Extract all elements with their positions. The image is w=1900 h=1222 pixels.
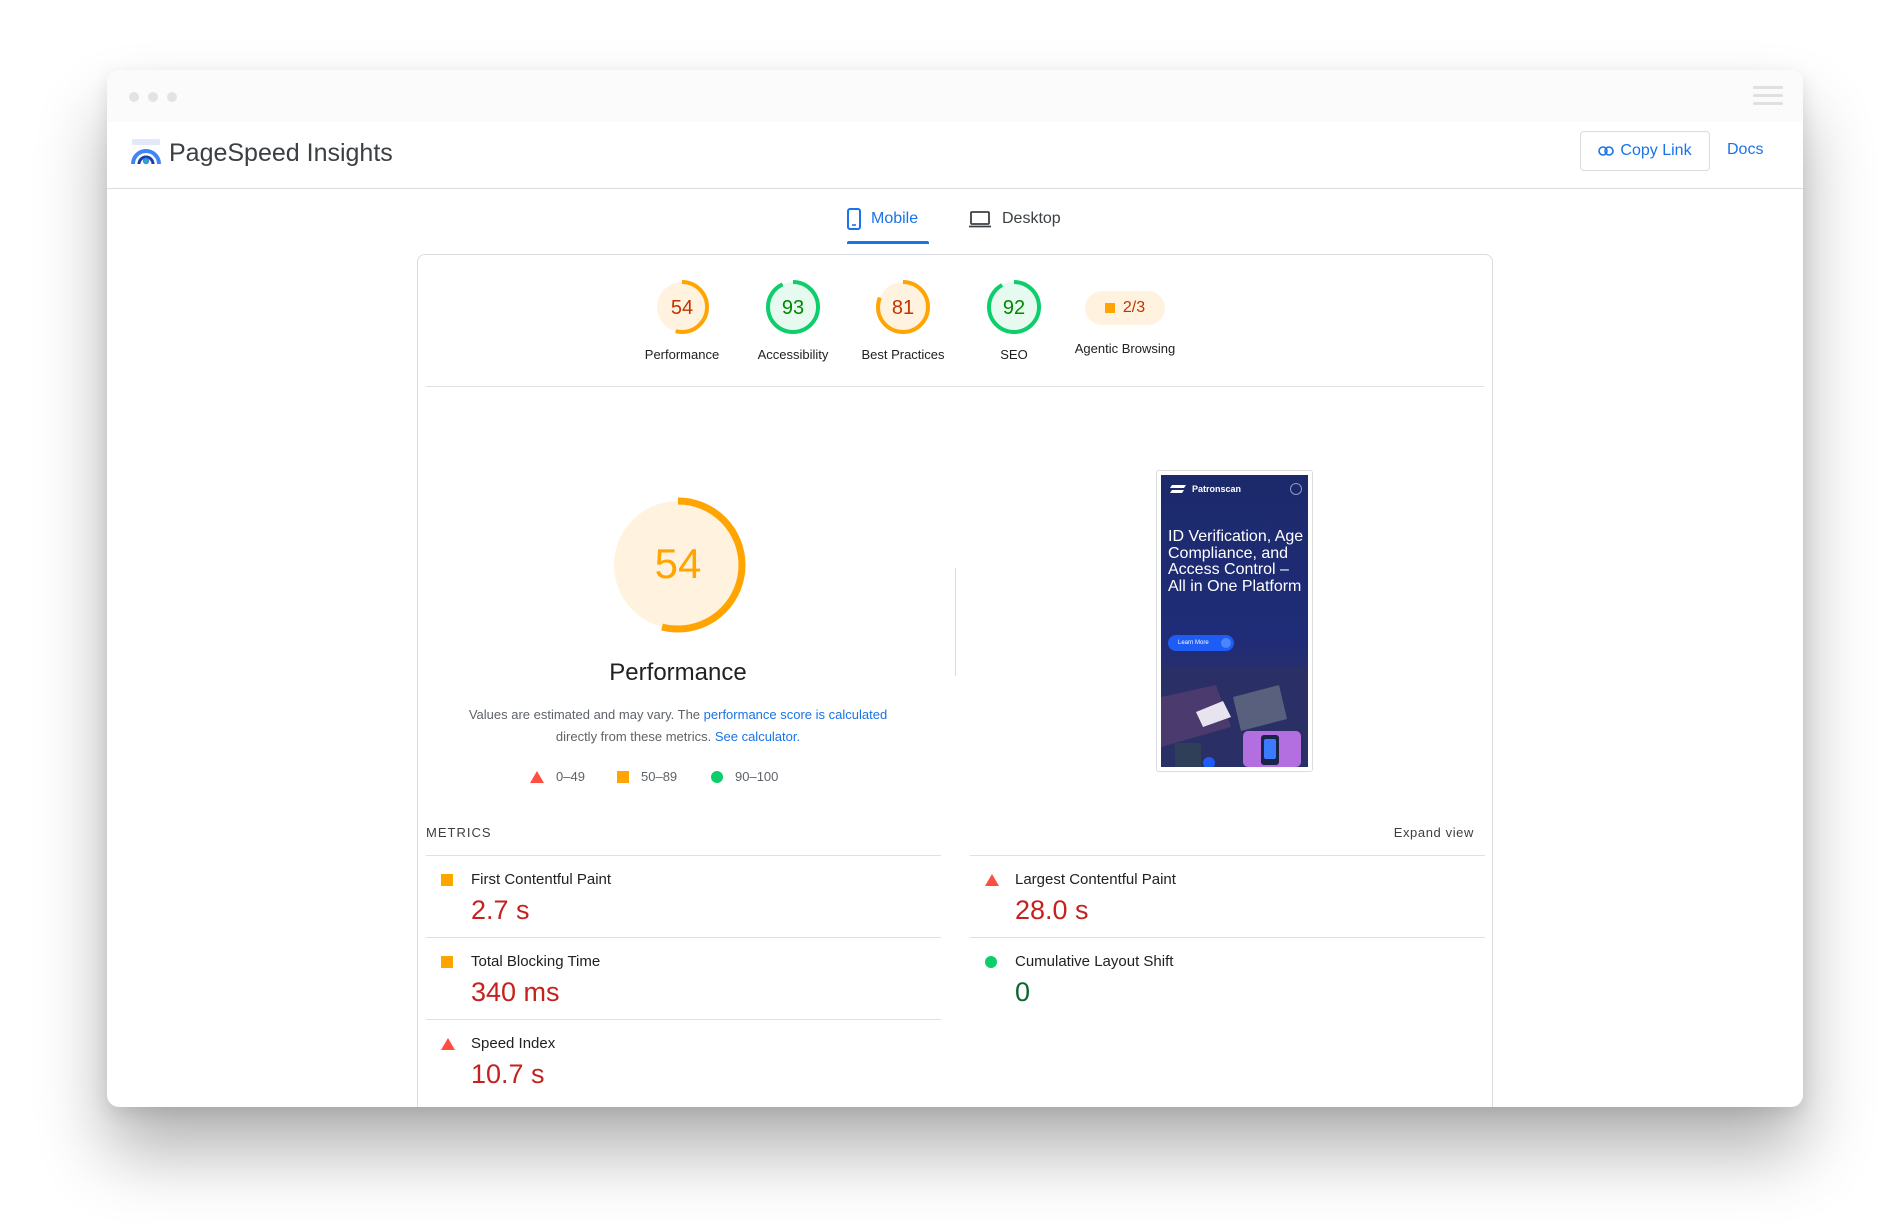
legend-average: 50–89 (617, 769, 677, 784)
metric-label: Speed Index (471, 1035, 556, 1052)
metric-total-blocking-time: Total Blocking Time 340 ms (426, 937, 941, 1019)
see-calculator-link[interactable]: See calculator. (715, 729, 800, 744)
screenshot-cta: Learn More (1168, 635, 1234, 651)
device-tabs: Mobile Desktop (107, 198, 1803, 244)
performance-score-link[interactable]: performance score is calculated (704, 707, 888, 722)
performance-score-gauge: 54 (610, 497, 746, 633)
vertical-divider (955, 568, 956, 676)
browser-window: PageSpeed Insights Copy Link Docs Mobile… (107, 70, 1803, 1107)
gauge-agentic-browsing[interactable]: 2/3 Agentic Browsing (1055, 279, 1195, 356)
laptop-icon (969, 211, 991, 228)
fail-triangle-icon (441, 1038, 455, 1050)
metric-label: First Contentful Paint (471, 871, 612, 888)
metric-value: 0 (1015, 977, 1031, 1007)
minimize-dot-icon[interactable] (148, 92, 158, 102)
gauge-score: 92 (1003, 297, 1025, 319)
score-ring-icon: 54 (655, 280, 709, 334)
category-gauges: 54 Performance 93 Accessibility 81 Best (418, 255, 1492, 386)
docs-link[interactable]: Docs (1727, 141, 1763, 159)
metric-label: Largest Contentful Paint (1015, 871, 1176, 888)
app-header: PageSpeed Insights Copy Link Docs (107, 122, 1803, 189)
metric-value: 28.0 s (1015, 895, 1089, 925)
screenshot-headline: ID Verification, Age Compliance, and Acc… (1168, 528, 1304, 595)
performance-title: Performance (609, 659, 747, 686)
legend-pass: 90–100 (711, 769, 778, 784)
score-ring-icon: 93 (766, 280, 820, 334)
agentic-score-pill: 2/3 (1085, 291, 1165, 325)
legend-label: 0–49 (556, 769, 585, 784)
pass-circle-icon (985, 956, 997, 968)
divider (426, 386, 1484, 387)
screenshot-menu-icon (1290, 483, 1302, 495)
screenshot-image: Patronscan ID Verification, Age Complian… (1161, 475, 1308, 767)
screenshot-photo (1161, 667, 1308, 767)
average-square-icon (1104, 303, 1115, 313)
metric-value: 2.7 s (471, 895, 530, 925)
note-text: Values are estimated and may vary. The (468, 707, 704, 722)
gauge-score: 81 (892, 297, 914, 319)
metric-label: Total Blocking Time (471, 953, 601, 970)
circle-icon (711, 770, 723, 783)
gauge-score: 54 (671, 297, 693, 319)
title-bar (107, 70, 1803, 122)
metric-value: 10.7 s (471, 1059, 545, 1089)
window-controls[interactable] (129, 92, 177, 102)
link-icon (1598, 146, 1615, 156)
tab-mobile[interactable]: Mobile (847, 198, 918, 240)
tab-desktop[interactable]: Desktop (968, 198, 1061, 240)
gauge-label: Agentic Browsing (1074, 341, 1176, 356)
performance-score-value: 54 (655, 540, 702, 587)
page-screenshot-thumbnail: Patronscan ID Verification, Age Complian… (1156, 470, 1313, 772)
tab-mobile-label: Mobile (871, 210, 919, 227)
metric-largest-contentful-paint: Largest Contentful Paint 28.0 s (970, 855, 1485, 937)
expand-view-toggle[interactable]: Expand view (1394, 825, 1474, 840)
gauge-score: 93 (782, 297, 804, 319)
metrics-heading: METRICS (426, 825, 492, 840)
menu-icon[interactable] (1753, 86, 1783, 106)
patronscan-logo-icon (1170, 485, 1186, 493)
metric-label: Cumulative Layout Shift (1015, 953, 1174, 970)
smartphone-icon (847, 208, 861, 230)
legend-label: 90–100 (735, 769, 779, 784)
fail-triangle-icon (985, 874, 999, 886)
average-square-icon (441, 874, 453, 886)
legend-fail: 0–49 (530, 769, 585, 784)
legend-label: 50–89 (641, 769, 678, 784)
agentic-score: 2/3 (1122, 299, 1146, 316)
metric-first-contentful-paint: First Contentful Paint 2.7 s (426, 855, 941, 937)
score-legend: 0–49 50–89 90–100 (530, 769, 850, 789)
zoom-dot-icon[interactable] (167, 92, 177, 102)
metric-cumulative-layout-shift: Cumulative Layout Shift 0 (970, 937, 1485, 1019)
tab-desktop-label: Desktop (1002, 210, 1061, 227)
average-square-icon (441, 956, 453, 968)
screenshot-brand: Patronscan (1169, 484, 1241, 494)
app-title: PageSpeed Insights (169, 139, 393, 167)
copy-link-label: Copy Link (1620, 142, 1692, 159)
brand-name: Patronscan (1192, 484, 1242, 494)
note-text: directly from these metrics. (555, 729, 715, 744)
report-card: 54 Performance 93 Accessibility 81 Best (417, 254, 1493, 1107)
pagespeed-logo-icon (131, 139, 161, 165)
triangle-icon (530, 770, 544, 783)
score-ring-icon: 92 (987, 280, 1041, 334)
active-tab-indicator (847, 241, 929, 244)
copy-link-button[interactable]: Copy Link (1580, 131, 1710, 171)
score-ring-icon: 81 (876, 280, 930, 334)
metric-value: 340 ms (471, 977, 560, 1007)
metric-speed-index: Speed Index 10.7 s (426, 1019, 941, 1101)
close-dot-icon[interactable] (129, 92, 139, 102)
performance-note: Values are estimated and may vary. The p… (468, 704, 888, 748)
square-icon (617, 770, 629, 783)
